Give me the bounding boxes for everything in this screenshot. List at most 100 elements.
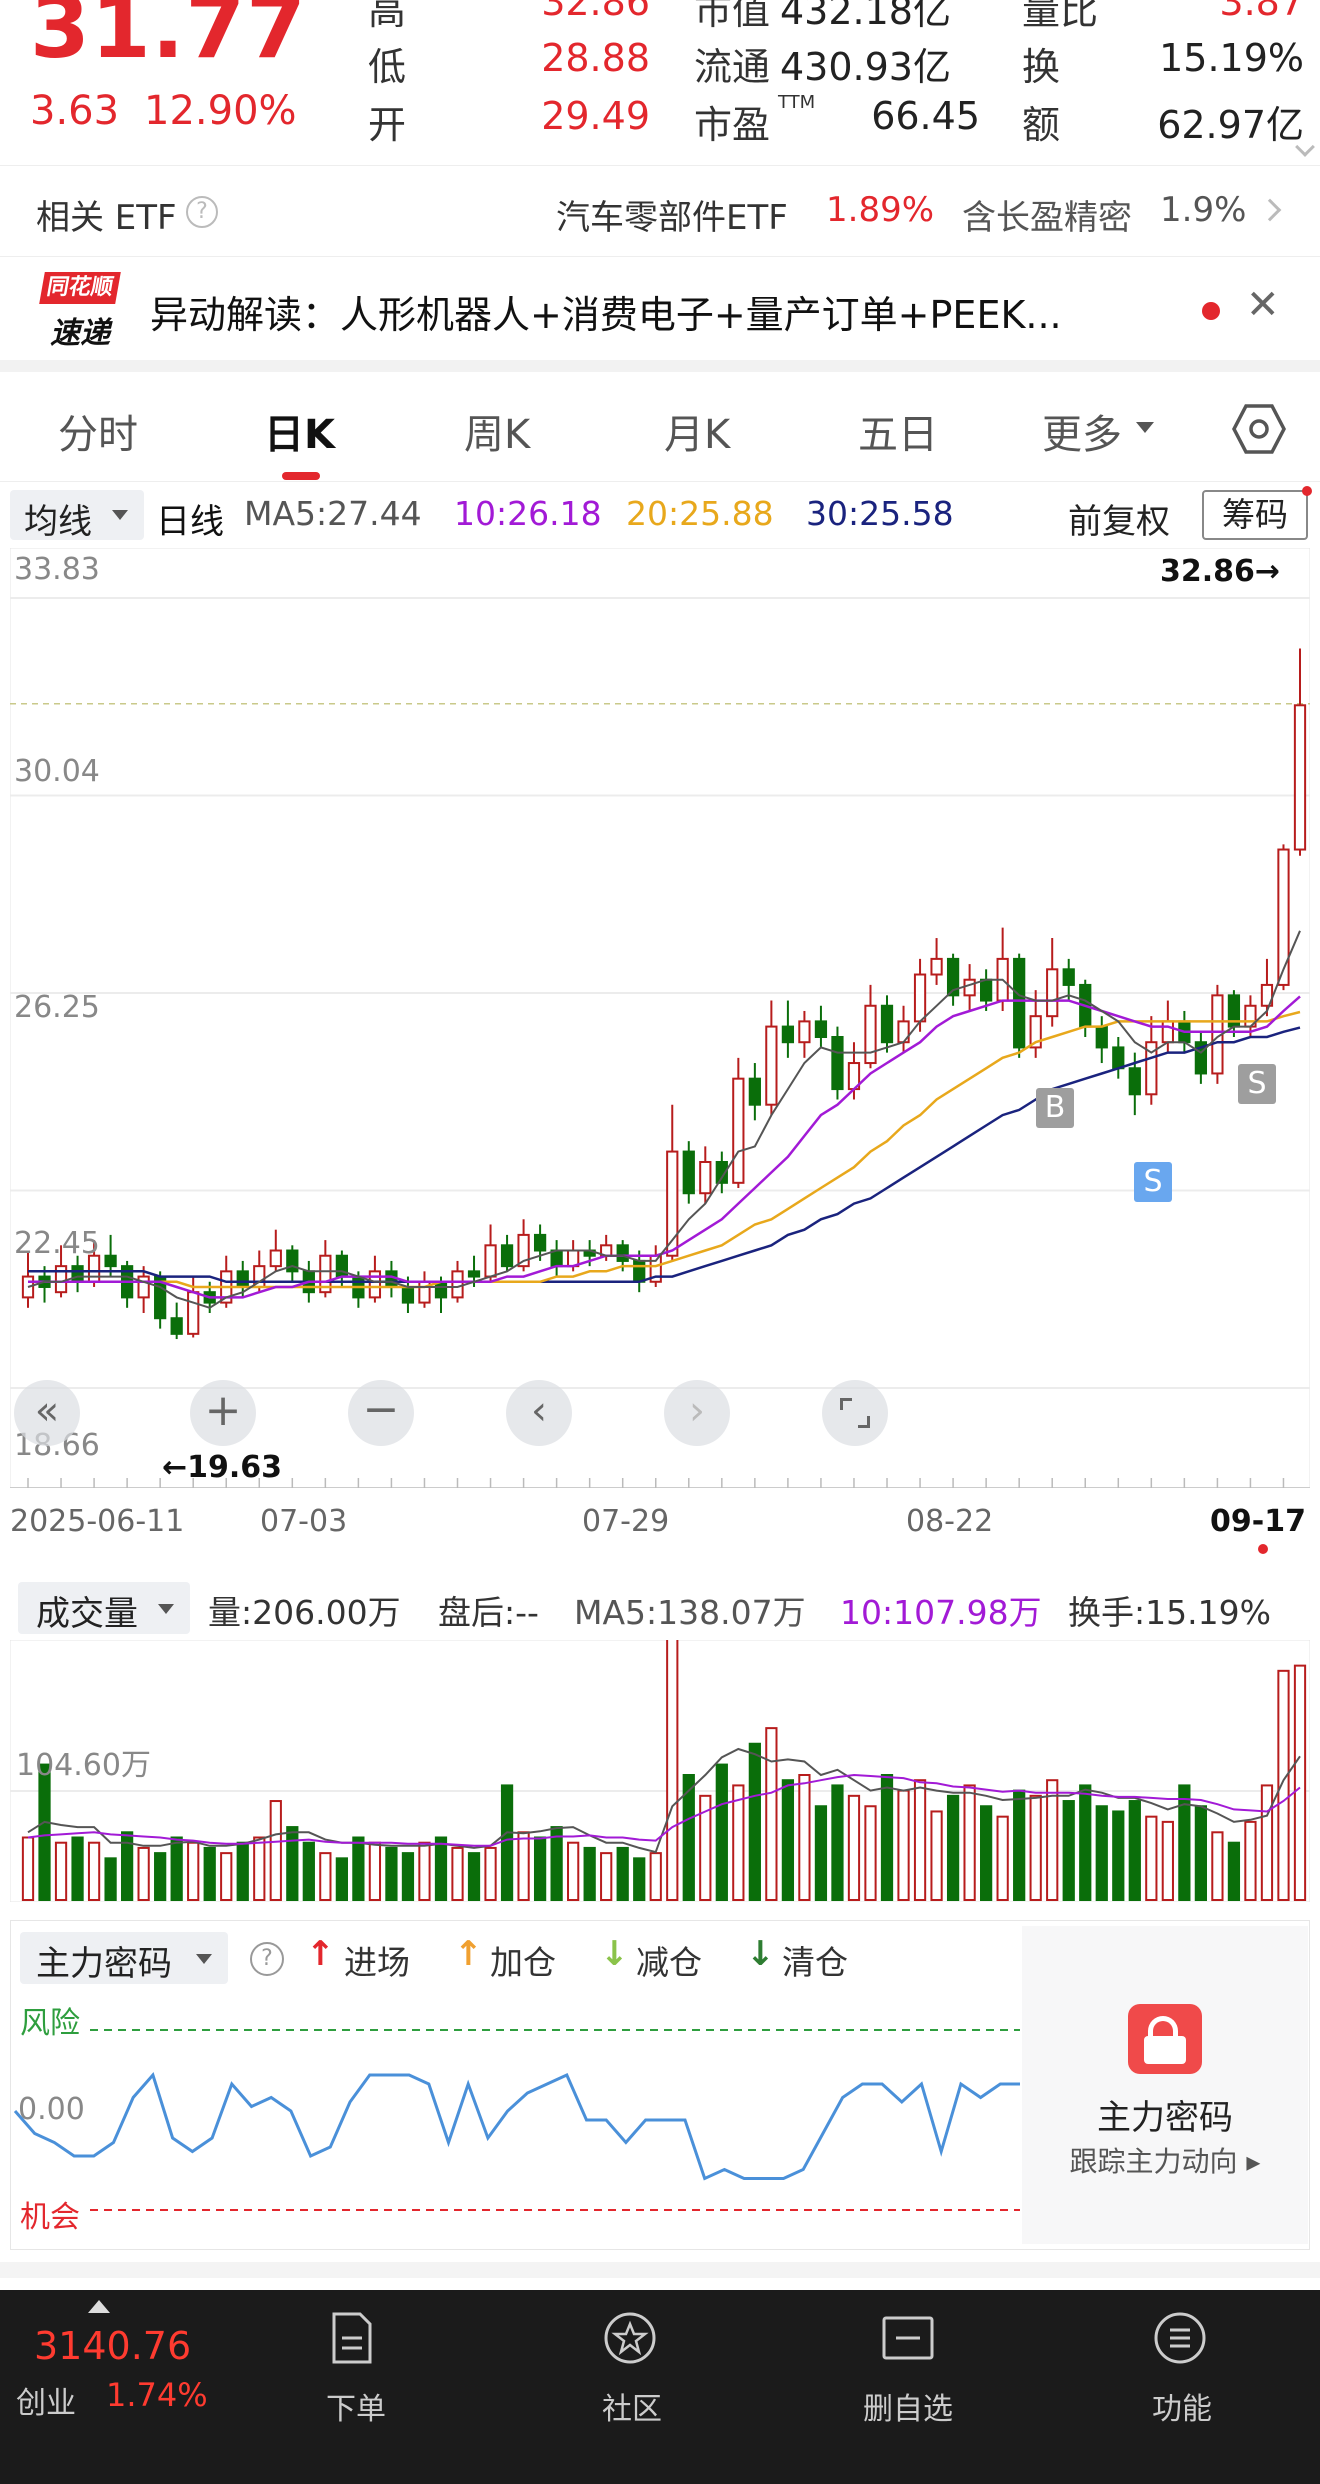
zoom-out-button[interactable]: − [348,1380,414,1446]
candle-body [1277,848,1290,986]
order-document-icon[interactable] [324,2310,380,2366]
volume-svg[interactable] [9,1628,1311,1903]
chart-frame [9,547,1311,1489]
indicator-line [13,2071,1020,2181]
volume-dropdown[interactable]: 成交量 [18,1582,190,1634]
date-label-3: 07-29 [582,1504,670,1539]
ma-dropdown[interactable]: 均线 [10,490,144,542]
volume-bar [715,1763,728,1902]
lock-body [1144,2036,1186,2064]
etf-item2-name[interactable]: 含长盈精密 [962,190,1132,239]
fullscreen-button[interactable] [822,1380,888,1446]
kline-chart[interactable]: 33.83 30.04 26.25 22.45 18.66 32.86→ ←19… [9,547,1311,1554]
news-banner[interactable]: 同花顺 速递 异动解读：人形机器人+消费电子+量产订单+PEEK... ✕ [0,258,1320,358]
volume-bar [649,1852,662,1901]
chips-button[interactable]: 筹码 [1202,490,1308,540]
volume-bar [1211,1831,1224,1902]
logo-top: 同花顺 [39,272,121,304]
locked-overlay[interactable]: 主力密码 跟踪主力动向 ▸ [1022,1926,1308,2244]
volume-bar [600,1852,613,1901]
community-star-icon[interactable] [602,2310,658,2366]
index-value[interactable]: 3140.76 [34,2324,191,2368]
function-menu-icon[interactable] [1152,2310,1208,2366]
volume-bar [550,1826,563,1901]
volume-bar [930,1810,943,1901]
tab-fenshi[interactable]: 分时 [58,402,138,460]
tab-monthly-k[interactable]: 月K [664,402,730,460]
risk-label: 风险 [20,2006,80,2041]
candle-body [616,1244,629,1262]
close-icon[interactable]: ✕ [1246,282,1280,328]
zoom-in-button[interactable]: + [190,1380,256,1446]
tab-weekly-k[interactable]: 周K [464,402,530,460]
turnover-rate: 换手:15.19% [1068,1593,1271,1632]
price-change-pct: 12.90% [144,88,297,134]
caret-up-icon[interactable] [88,2300,110,2313]
tab-daily-k[interactable]: 日K [264,402,335,460]
volume-bar [1013,1789,1026,1901]
fullscreen-icon-corner [858,1416,870,1428]
signal-s-badge[interactable]: S [1134,1162,1172,1202]
max-price-marker: 32.86→ [1160,554,1281,589]
tab-five-day[interactable]: 五日 [858,402,938,460]
volume-bar [963,1784,976,1902]
volume-bar [187,1841,200,1901]
volume-bar [567,1841,580,1901]
news-text[interactable]: 异动解读：人形机器人+消费电子+量产订单+PEEK... [150,284,1062,339]
signal-s-badge-2[interactable]: S [1238,1064,1276,1104]
candle-body [963,978,976,997]
help-icon[interactable]: ? [186,196,218,228]
nav-functions[interactable]: 功能 [1102,2384,1262,2428]
volume-bar [847,1794,861,1901]
adjust-toggle[interactable]: 前复权 [1068,494,1170,543]
scroll-left-button[interactable]: ‹ [506,1380,572,1446]
help-icon[interactable]: ? [250,1942,284,1976]
chevron-right-icon[interactable] [1258,198,1282,222]
settings-hex-icon[interactable] [1232,402,1286,456]
arrow-up-orange-icon: ↑ [454,1934,483,1974]
volume-bar [864,1805,877,1901]
remove-watchlist-icon[interactable] [880,2310,936,2366]
volume-chart[interactable]: 104.60万 [9,1628,1311,1903]
nav-remove-watchlist[interactable]: 删自选 [828,2384,988,2428]
indicator-dropdown-label: 主力密码 [36,1944,172,1984]
notice-dot-icon [1302,486,1312,496]
signal-b-badge[interactable]: B [1036,1088,1074,1128]
lock-subtitle[interactable]: 跟踪主力动向 ▸ [1022,2140,1308,2180]
candle [831,1026,844,1100]
kline-svg[interactable] [9,547,1311,1489]
related-etf-row[interactable]: 相关 ETF ? 汽车零部件ETF 1.89% 含长盈精密 1.9% [0,165,1320,257]
date-label-4: 08-22 [906,1504,994,1539]
volume-bar [352,1836,365,1901]
volume-bar [946,1794,960,1901]
nav-community[interactable]: 社区 [552,2384,712,2428]
y-label-2: 30.04 [14,754,100,789]
volume-bar [368,1841,382,1901]
fullscreen-icon [840,1398,852,1410]
tab-more[interactable]: 更多 [1042,402,1122,460]
volume-bar [1293,1664,1307,1901]
candle-body [187,1291,200,1335]
indicator-dropdown[interactable]: 主力密码 [20,1932,228,1984]
volume-bar [533,1836,547,1901]
mcap-value: 432.18亿 [780,0,951,33]
index-name[interactable]: 创业 [16,2378,76,2422]
nav-order[interactable]: 下单 [276,2384,436,2428]
rewind-button[interactable]: « [14,1380,80,1446]
volume-bar [1227,1841,1241,1901]
volume-bar [633,1857,646,1901]
etf-item1-name[interactable]: 汽车零部件ETF [556,190,788,239]
volume-bar [71,1836,84,1901]
ma-legend-row: 均线 日线 MA5:27.44 10:26.18 20:25.88 30:25.… [0,484,1320,550]
caret-down-icon [112,510,128,520]
divider [0,2262,1320,2278]
candle-body [104,1254,117,1268]
scroll-right-button[interactable]: › [664,1380,730,1446]
etf-label: 相关 ETF [36,198,177,238]
candle-body [864,1004,877,1065]
mcap-label: 市值 [694,0,771,33]
etf-item2-pct: 1.9% [1160,190,1247,230]
low-value: 28.88 [541,36,650,80]
candle-body [1161,1020,1174,1044]
pe-label: 市盈 [694,103,771,147]
